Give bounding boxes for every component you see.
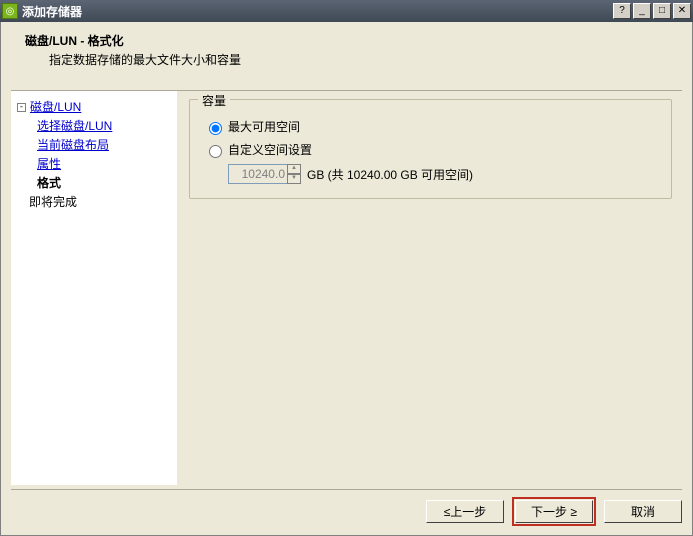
custom-size-row: ▲ ▼ GB (共 10240.00 GB 可用空间) (228, 164, 657, 184)
close-button[interactable]: ✕ (673, 3, 691, 19)
page-title: 磁盘/LUN - 格式化 (25, 32, 676, 49)
help-button[interactable]: ? (613, 3, 631, 19)
main-split: -磁盘/LUN 选择磁盘/LUN 当前磁盘布局 属性 格式 即将完成 容量 最大… (11, 90, 682, 485)
wizard-content: 磁盘/LUN - 格式化 指定数据存储的最大文件大小和容量 -磁盘/LUN 选择… (0, 22, 693, 536)
back-button[interactable]: ≤上一步 (426, 500, 504, 523)
capacity-groupbox: 容量 最大可用空间 自定义空间设置 ▲ ▼ GB (共 10240.00 GB … (189, 99, 672, 199)
radio-custom-space-row[interactable]: 自定义空间设置 (204, 141, 657, 158)
sidebar-item-select-disk[interactable]: 选择磁盘/LUN (37, 116, 173, 135)
tree-collapse-icon[interactable]: - (17, 103, 26, 112)
wizard-header: 磁盘/LUN - 格式化 指定数据存储的最大文件大小和容量 (1, 22, 692, 76)
cancel-button[interactable]: 取消 (604, 500, 682, 523)
titlebar: ◎ 添加存储器 ? _ □ ✕ (0, 0, 693, 22)
capacity-group-title: 容量 (198, 92, 230, 109)
sidebar-item-format[interactable]: 格式 (37, 173, 173, 192)
size-input[interactable] (228, 164, 288, 184)
wizard-footer: ≤上一步 下一步 ≥ 取消 (11, 489, 682, 525)
window-controls: ? _ □ ✕ (613, 3, 691, 19)
size-suffix-label: GB (共 10240.00 GB 可用空间) (307, 166, 473, 183)
sidebar-root[interactable]: -磁盘/LUN (17, 97, 173, 116)
spinner-down-icon[interactable]: ▼ (287, 174, 301, 184)
size-spinner: ▲ ▼ (287, 164, 301, 184)
radio-max-space[interactable] (209, 122, 222, 135)
maximize-button[interactable]: □ (653, 3, 671, 19)
spinner-up-icon[interactable]: ▲ (287, 164, 301, 174)
wizard-steps-sidebar: -磁盘/LUN 选择磁盘/LUN 当前磁盘布局 属性 格式 即将完成 (11, 91, 179, 485)
app-icon: ◎ (2, 3, 18, 19)
page-description: 指定数据存储的最大文件大小和容量 (49, 51, 676, 68)
sidebar-item-properties[interactable]: 属性 (37, 154, 173, 173)
sidebar-root-label: 磁盘/LUN (30, 100, 81, 114)
radio-max-space-row[interactable]: 最大可用空间 (204, 118, 657, 135)
sidebar-item-finish[interactable]: 即将完成 (29, 192, 173, 211)
radio-custom-space-label: 自定义空间设置 (228, 141, 312, 158)
sidebar-item-current-layout[interactable]: 当前磁盘布局 (37, 135, 173, 154)
window-title: 添加存储器 (22, 3, 613, 20)
next-button-highlight: 下一步 ≥ (512, 497, 596, 526)
right-panel: 容量 最大可用空间 自定义空间设置 ▲ ▼ GB (共 10240.00 GB … (179, 91, 682, 485)
radio-max-space-label: 最大可用空间 (228, 118, 300, 135)
next-button[interactable]: 下一步 ≥ (515, 500, 593, 523)
minimize-button[interactable]: _ (633, 3, 651, 19)
radio-custom-space[interactable] (209, 145, 222, 158)
